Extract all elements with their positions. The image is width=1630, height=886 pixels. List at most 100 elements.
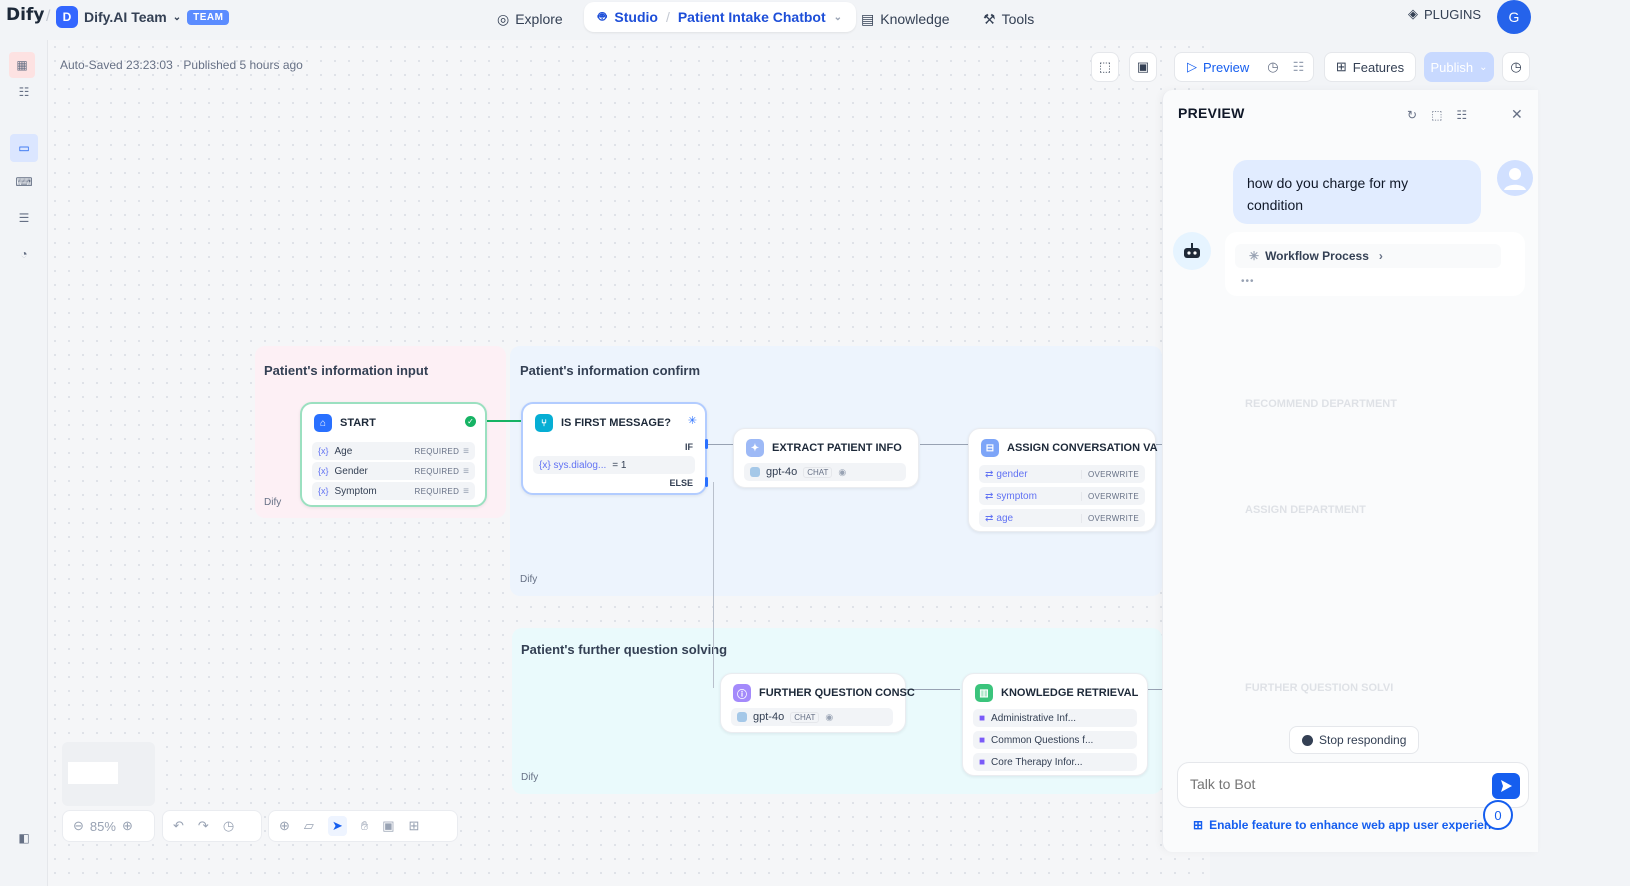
zoom-out-icon[interactable]: ⊖ — [73, 818, 84, 834]
zoom-in-icon[interactable]: ⊕ — [122, 818, 133, 834]
knowledge-icon: ▥ — [975, 684, 993, 702]
if-else-node[interactable]: ⑂ IS FIRST MESSAGE? ✳ IF {x} sys.dialog.… — [521, 402, 707, 495]
nav-plugins[interactable]: ◈ PLUGINS — [1408, 6, 1481, 22]
node-header: ⓘ FURTHER QUESTION CONSC — [733, 684, 915, 702]
stop-responding-button[interactable]: Stop responding — [1289, 726, 1420, 754]
features-button[interactable]: ⊞ Features — [1324, 52, 1416, 82]
zoom-level[interactable]: 85% — [90, 819, 116, 834]
export-icon[interactable]: ⬚ — [1431, 108, 1442, 122]
condition-row[interactable]: {x} sys.dialog... = 1 — [533, 456, 695, 474]
workflow-process-toggle[interactable]: ✳ Workflow Process › — [1235, 244, 1501, 268]
knowledge-doc-row[interactable]: ■ Administrative Inf... — [973, 709, 1137, 727]
minimap[interactable] — [62, 742, 155, 806]
add-note-icon[interactable]: ▱ — [304, 818, 314, 834]
close-icon[interactable]: ✕ — [1511, 106, 1523, 123]
version-history-icon[interactable]: ◷ — [1502, 52, 1530, 82]
nav-explore-label: Explore — [515, 11, 563, 27]
home-icon: ⌂ — [314, 414, 332, 432]
assign-conversation-node[interactable]: ⊟ ASSIGN CONVERSATION VA ⇄ gender OVERWRIT… — [968, 428, 1158, 532]
workspace-name: Dify.AI Team — [84, 9, 167, 25]
logs-icon[interactable]: ☰ — [14, 208, 34, 228]
collapse-sidebar-icon[interactable]: ◧ — [14, 828, 34, 848]
model-name: gpt-4o — [766, 466, 798, 478]
settings-icon[interactable]: ☷ — [14, 82, 34, 102]
team-badge: TEAM — [187, 9, 230, 25]
env-icon[interactable]: ▣ — [1129, 52, 1157, 82]
condition-variable: {x} sys.dialog... — [539, 459, 607, 471]
group-title: Patient's further question solving — [521, 642, 728, 657]
preview-button[interactable]: ▷ Preview ◷ ☷ — [1174, 52, 1314, 82]
nav-tools[interactable]: ⚒ Tools — [983, 6, 1034, 32]
further-question-node[interactable]: ⓘ FURTHER QUESTION CONSC gpt-4o CHAT ◉ — [720, 673, 915, 733]
nav-explore[interactable]: ◎ Explore — [497, 6, 563, 32]
robot-icon: 🤖︎ — [598, 8, 607, 24]
orchestrate-icon[interactable]: ▭ — [10, 134, 38, 162]
node-header: ⌂ START — [314, 414, 376, 432]
hand-icon[interactable]: ✋︎ — [361, 818, 368, 834]
redo-icon[interactable]: ↷ — [198, 818, 209, 834]
enable-feature-link[interactable]: ⊞ Enable feature to enhance web app user… — [1193, 818, 1505, 832]
app-name[interactable]: Patient Intake Chatbot — [678, 9, 826, 25]
send-button[interactable] — [1492, 773, 1520, 799]
refresh-icon[interactable]: ↻ — [1407, 108, 1417, 122]
llm-icon: ✦ — [746, 439, 764, 457]
publish-button[interactable]: Publish ⌄ — [1424, 52, 1494, 82]
faded-node-title: RECOMMEND DEPARTMENT — [1245, 398, 1397, 410]
publish-button-label: Publish — [1430, 59, 1474, 75]
api-icon[interactable]: ⌨ — [14, 172, 34, 192]
knowledge-retrieval-node[interactable]: ▥ KNOWLEDGE RETRIEVAL ■ Administrative In… — [962, 673, 1148, 776]
model-mode: CHAT — [803, 466, 833, 478]
assign-var-row[interactable]: ⇄ gender OVERWRITE — [979, 465, 1145, 483]
start-field-row[interactable]: {x} Age REQUIRED ≡ — [312, 442, 475, 460]
start-field-row[interactable]: {x} Symptom REQUIRED ≡ — [312, 482, 475, 500]
list-icon: ≡ — [463, 485, 469, 497]
list-icon: ≡ — [463, 445, 469, 457]
model-row[interactable]: gpt-4o CHAT ◉ — [731, 708, 893, 726]
checklist-icon[interactable]: ⬚ — [1091, 52, 1119, 82]
add-node-icon[interactable]: ⊕ — [279, 818, 290, 834]
undo-icon[interactable]: ↶ — [173, 818, 184, 834]
assign-var-row[interactable]: ⇄ age OVERWRITE — [979, 509, 1145, 527]
assign-var-row[interactable]: ⇄ symptom OVERWRITE — [979, 487, 1145, 505]
chat-input[interactable] — [1188, 775, 1468, 793]
else-handle[interactable] — [705, 477, 708, 487]
node-title: IS FIRST MESSAGE? — [561, 417, 672, 429]
play-icon: ▷ — [1187, 59, 1197, 74]
model-row[interactable]: gpt-4o CHAT ◉ — [744, 463, 906, 481]
faded-node-title: ASSIGN DEPARTMENT — [1245, 504, 1366, 516]
question-classifier-icon: ⓘ — [733, 684, 751, 702]
nav-knowledge[interactable]: ▤ Knowledge — [861, 6, 950, 32]
variables-icon[interactable]: ☷ — [1456, 108, 1467, 122]
preview-actions: ↻ ⬚ ☷ — [1407, 108, 1467, 122]
node-header: ⑂ IS FIRST MESSAGE? — [535, 414, 671, 432]
loading-spinner-icon: ✳ — [1249, 249, 1260, 263]
pointer-icon[interactable]: ➤ — [327, 816, 347, 836]
typing-indicator: ••• — [1241, 276, 1255, 287]
workspace-switcher[interactable]: D Dify.AI Team ⌄ TEAM — [56, 4, 230, 30]
user-avatar[interactable]: G — [1497, 0, 1531, 34]
if-handle[interactable] — [705, 439, 708, 449]
list-icon[interactable]: ☷ — [1293, 59, 1305, 75]
app-icon[interactable]: ▦ — [9, 52, 35, 78]
zoom-controls: ⊖ 85% ⊕ — [62, 810, 155, 842]
workspace-avatar: D — [56, 6, 78, 28]
variable-icon: ⇄ — [985, 512, 994, 524]
knowledge-doc-row[interactable]: ■ Common Questions f... — [973, 731, 1137, 749]
edge — [487, 420, 521, 422]
history-icon[interactable]: ◷ — [223, 818, 234, 834]
field-name: Age — [334, 445, 353, 457]
openai-icon — [750, 467, 760, 477]
dify-logo[interactable]: Dify — [6, 5, 44, 25]
export-image-icon[interactable]: ▣ — [382, 818, 394, 834]
chevron-down-icon[interactable]: ⌄ — [834, 12, 842, 23]
extract-patient-info-node[interactable]: ✦ EXTRACT PATIENT INFO gpt-4o CHAT ◉ — [733, 428, 919, 488]
start-field-row[interactable]: {x} Gender REQUIRED ≡ — [312, 462, 475, 480]
organize-icon[interactable]: ⊞ — [409, 818, 420, 834]
node-header: ▥ KNOWLEDGE RETRIEVAL — [975, 684, 1138, 702]
history-icon[interactable]: ◷ — [1267, 59, 1278, 75]
model-name: gpt-4o — [753, 711, 785, 723]
knowledge-doc-row[interactable]: ■ Core Therapy Infor... — [973, 753, 1137, 771]
nav-studio[interactable]: 🤖︎ Studio / Patient Intake Chatbot ⌄ — [584, 2, 857, 32]
monitoring-icon[interactable]: ◔ — [14, 244, 34, 264]
start-node[interactable]: ⌂ START ✓ {x} Age REQUIRED ≡ {x} Gender REQUI… — [300, 402, 487, 507]
